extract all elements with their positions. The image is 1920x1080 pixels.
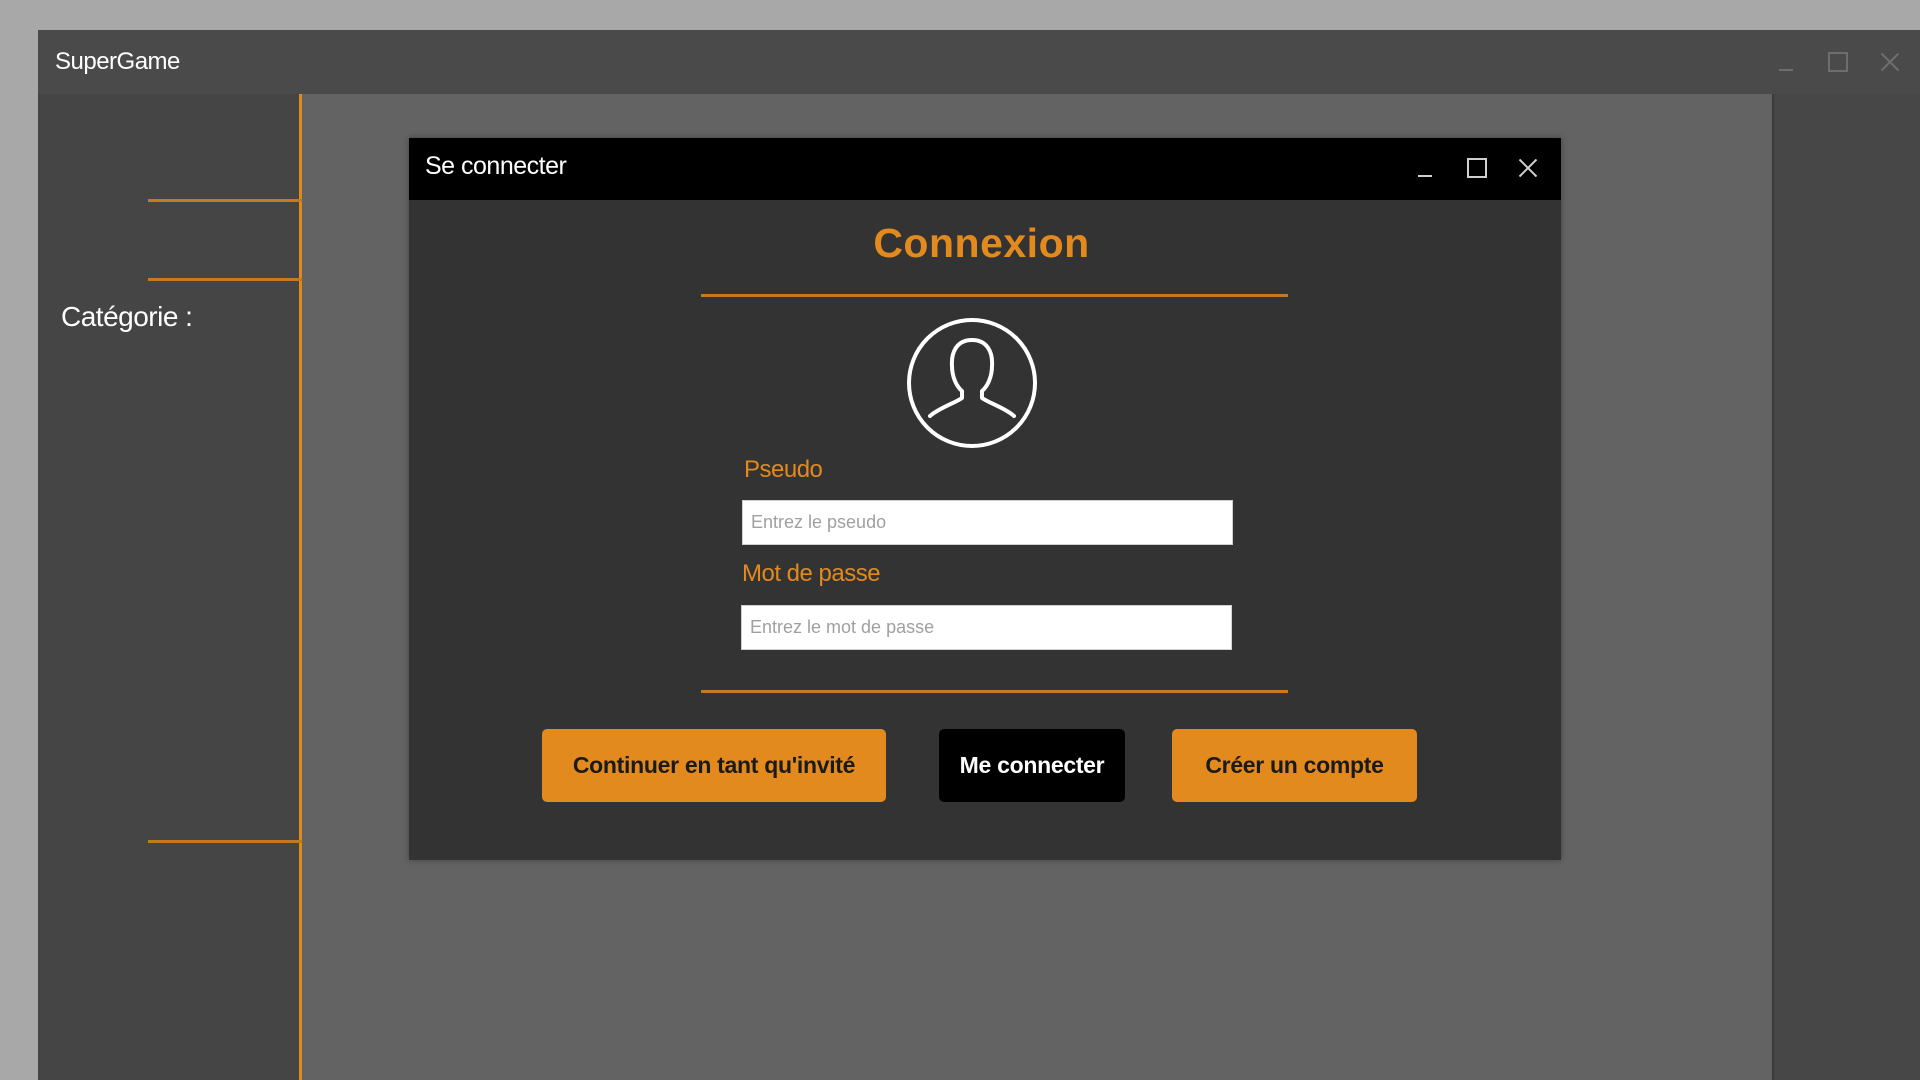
create-account-button[interactable]: Créer un compte	[1172, 729, 1417, 802]
heading-divider	[701, 294, 1288, 297]
app-minimize-button[interactable]	[1768, 44, 1804, 80]
close-icon	[1518, 158, 1538, 178]
dialog-title: Se connecter	[425, 152, 567, 180]
user-silhouette-icon	[907, 318, 1037, 448]
dialog-minimize-button[interactable]	[1407, 150, 1443, 186]
dialog-heading: Connexion	[873, 220, 1090, 266]
app-title: SuperGame	[55, 48, 180, 75]
category-label: Catégorie :	[61, 301, 193, 332]
sidebar-divider	[148, 840, 302, 843]
dialog-close-button[interactable]	[1510, 150, 1546, 186]
login-button[interactable]: Me connecter	[939, 729, 1125, 802]
maximize-icon	[1828, 52, 1848, 72]
dialog-titlebar[interactable]: Se connecter	[409, 138, 1561, 200]
sidebar-divider	[148, 278, 302, 281]
password-input[interactable]	[741, 605, 1232, 650]
dialog-maximize-button[interactable]	[1459, 150, 1495, 186]
app-close-button[interactable]	[1872, 44, 1908, 80]
pseudo-input[interactable]	[742, 500, 1233, 545]
form-divider	[701, 690, 1288, 693]
continue-as-guest-button[interactable]: Continuer en tant qu'invité	[542, 729, 886, 802]
app-titlebar[interactable]: SuperGame	[38, 30, 1920, 94]
password-label: Mot de passe	[742, 560, 881, 587]
sidebar: Catégorie :	[38, 94, 302, 1080]
app-maximize-button[interactable]	[1820, 44, 1856, 80]
minimize-icon	[1779, 69, 1793, 71]
close-icon	[1880, 52, 1900, 72]
pseudo-label: Pseudo	[744, 456, 823, 483]
maximize-icon	[1467, 158, 1487, 178]
sidebar-divider	[148, 199, 302, 202]
minimize-icon	[1418, 175, 1432, 177]
right-panel	[1772, 94, 1920, 1080]
login-dialog: Se connecter Connexion Pseudo Mot de pas…	[409, 138, 1561, 860]
